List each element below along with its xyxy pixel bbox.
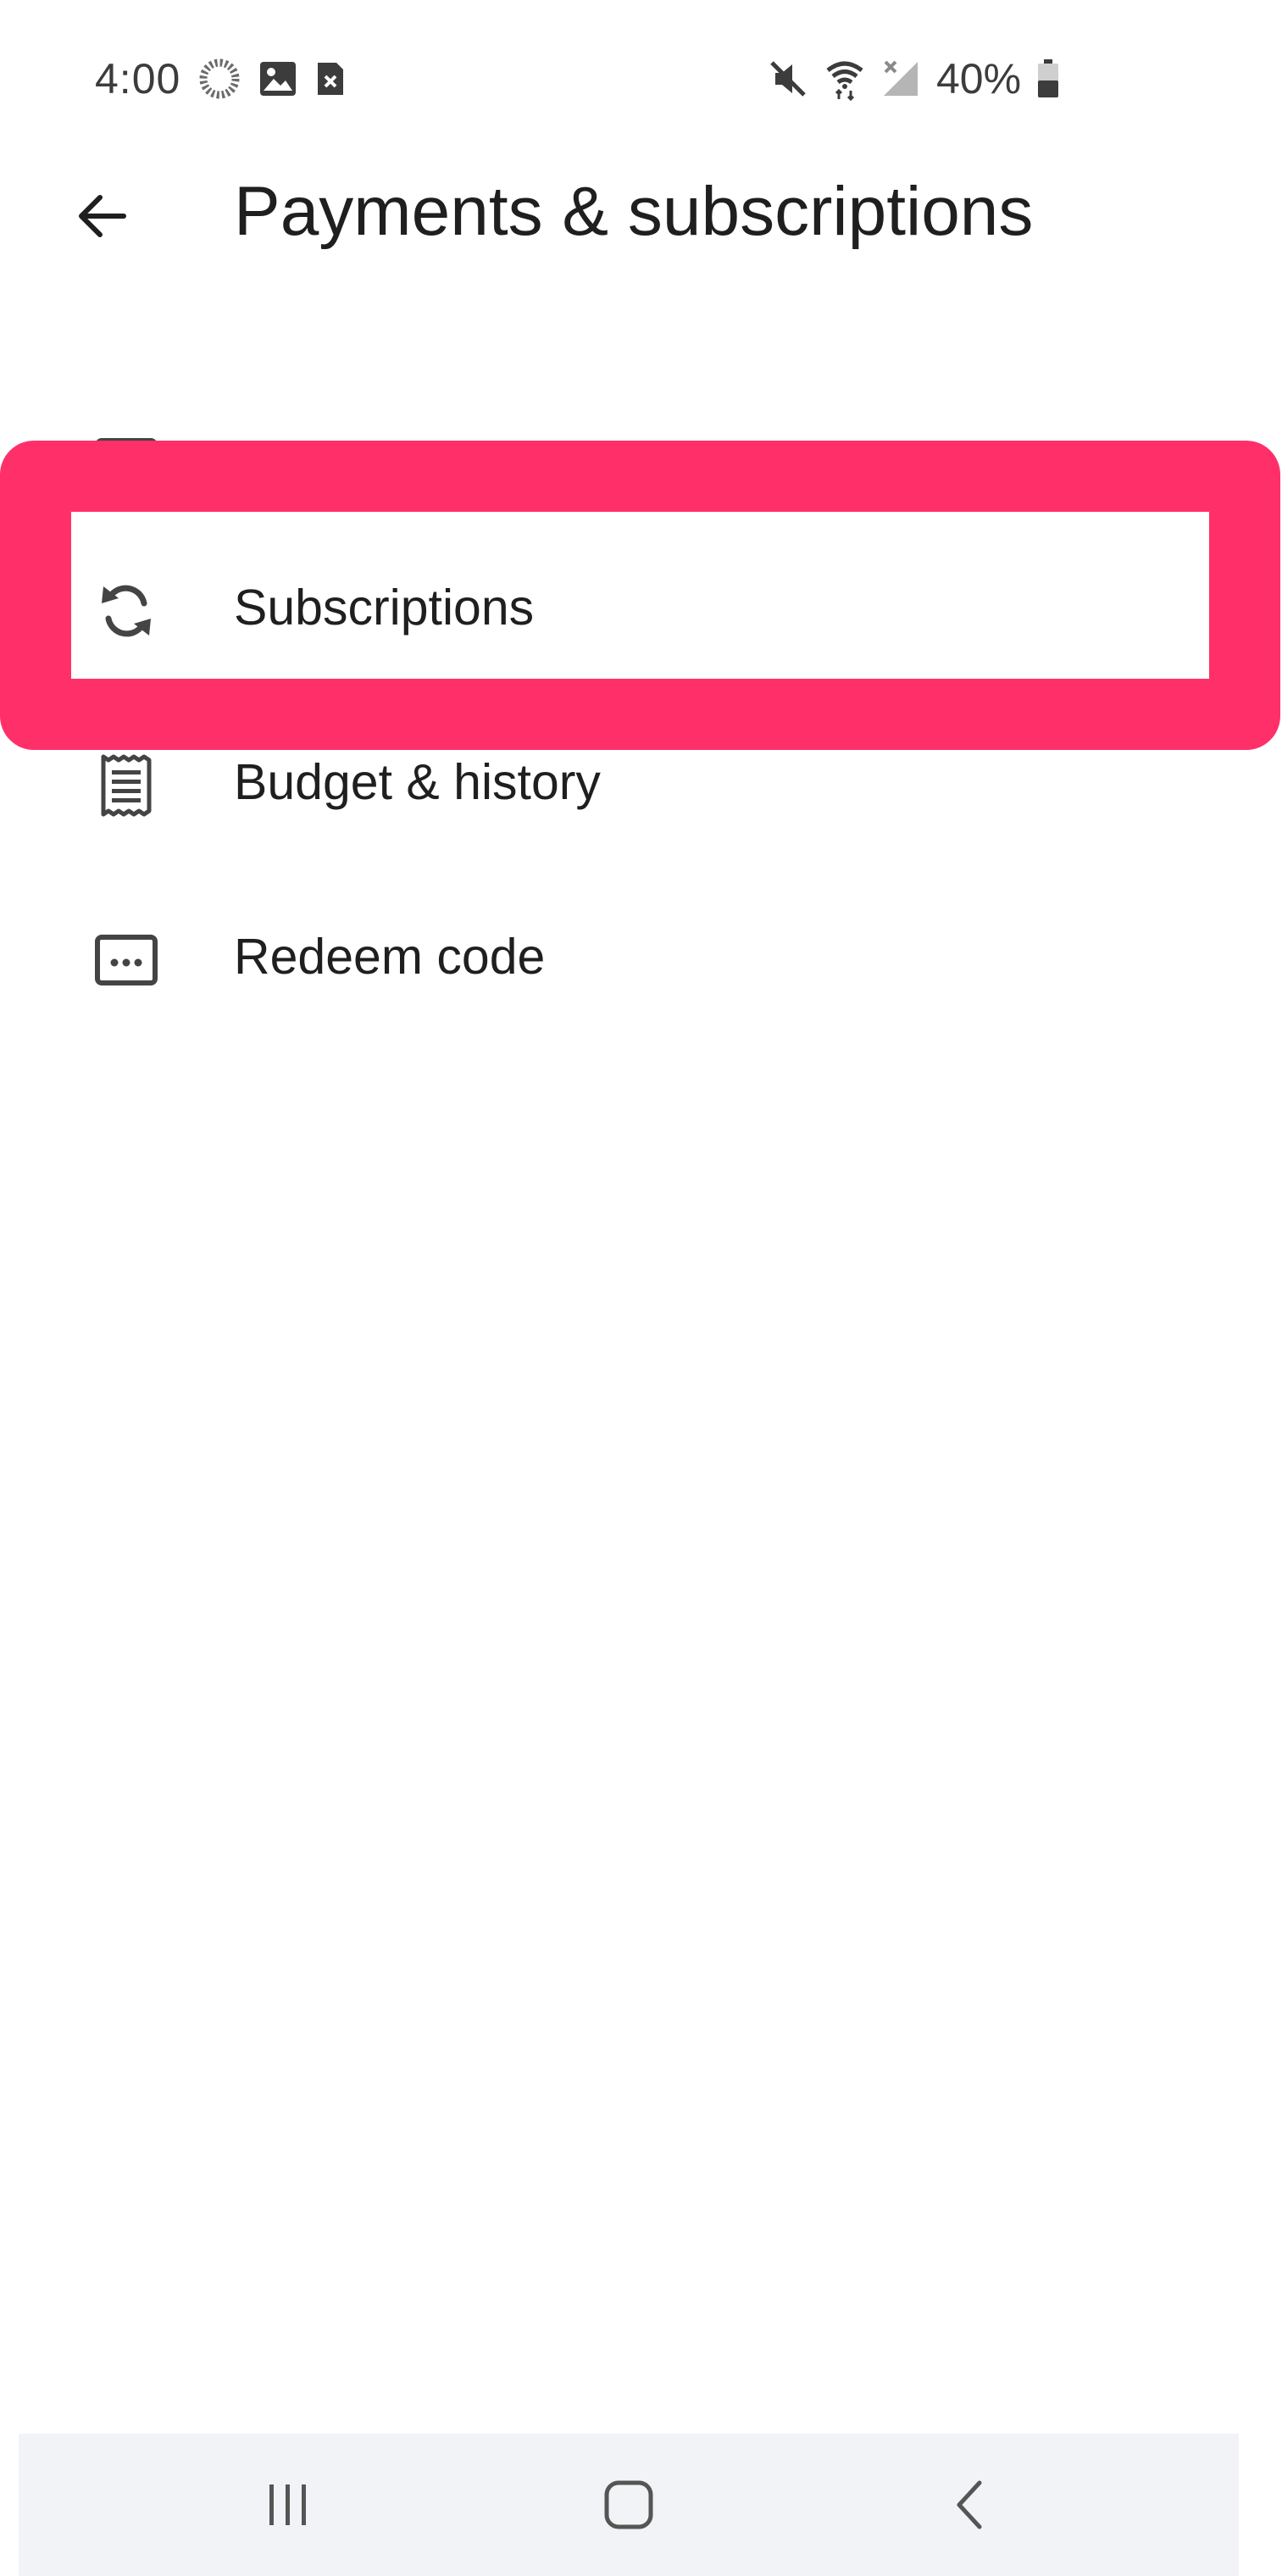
wifi-icon	[824, 57, 865, 101]
sim-error-icon	[314, 59, 347, 98]
highlight-box	[0, 441, 1280, 750]
battery-percent: 40%	[936, 55, 1022, 103]
arrow-back-icon	[75, 189, 129, 243]
page-title: Payments & subscriptions	[234, 173, 1034, 250]
status-left: 4:00	[95, 49, 347, 108]
home-icon	[603, 2479, 654, 2530]
menu-item-label: Budget & history	[234, 754, 601, 810]
back-button[interactable]	[59, 174, 144, 258]
menu-item-label: Redeem code	[234, 929, 546, 985]
battery-icon	[1036, 58, 1060, 99]
nav-back-button[interactable]	[918, 2462, 1020, 2547]
status-time: 4:00	[95, 55, 181, 103]
recents-icon	[264, 2483, 312, 2527]
receipt-icon	[88, 747, 164, 824]
status-bar: 4:00 40%	[0, 0, 1282, 157]
no-signal-icon	[880, 58, 921, 99]
back-chevron-icon	[952, 2479, 986, 2530]
status-right: 40%	[767, 49, 1060, 108]
gallery-icon	[258, 60, 297, 97]
code-card-icon	[88, 922, 164, 998]
recents-button[interactable]	[237, 2462, 339, 2547]
nav-bar	[19, 2434, 1239, 2576]
mute-icon	[767, 58, 809, 100]
app-bar: Payments & subscriptions	[0, 157, 1282, 271]
home-button[interactable]	[578, 2462, 680, 2547]
loading-icon	[197, 57, 241, 101]
menu-item-redeem-code[interactable]: Redeem code	[0, 866, 1282, 1041]
